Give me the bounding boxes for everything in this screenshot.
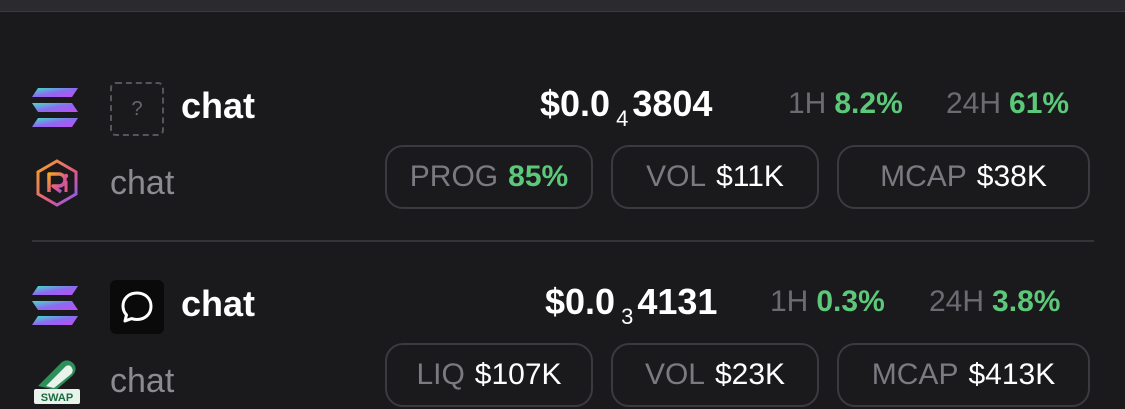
swap-icon: SWAP <box>34 360 80 404</box>
swap-badge-text: SWAP <box>41 392 73 404</box>
change-1h: 1H 0.3% <box>770 282 885 322</box>
token-name[interactable]: chat <box>181 84 255 128</box>
token-price: $0.0 4 3804 <box>540 82 712 131</box>
solana-icon <box>32 88 78 127</box>
stat-pill-mcap: MCAP $38K <box>837 145 1090 209</box>
solana-icon <box>32 286 78 325</box>
change-1h-value: 0.3% <box>816 285 885 318</box>
stat-value: $38K <box>976 160 1047 193</box>
change-1h-label: 1H <box>770 285 809 318</box>
token-subname: chat <box>110 164 175 202</box>
stat-label: MCAP <box>880 160 967 193</box>
price-zero-count: 3 <box>621 304 634 329</box>
stat-pill-volume: VOL $11K <box>611 145 819 209</box>
change-1h: 1H 8.2% <box>788 84 903 124</box>
stat-label: LIQ <box>416 358 465 391</box>
change-24h-label: 24H <box>946 87 1002 120</box>
token-row[interactable]: chat SWAP chat $0.0 3 4131 1H 0.3% 24H 3.8% … <box>0 268 1125 409</box>
stat-value: $23K <box>714 358 786 391</box>
stat-value: $107K <box>474 358 562 391</box>
stat-label: VOL <box>644 358 705 391</box>
stat-value: $11K <box>716 160 784 193</box>
price-digits: 3804 <box>632 83 713 124</box>
top-bar <box>0 0 1125 12</box>
stat-pill-mcap: MCAP $413K <box>837 343 1090 407</box>
stat-label: MCAP <box>871 358 959 391</box>
change-24h-label: 24H <box>929 285 985 318</box>
price-digits: 4131 <box>637 281 718 322</box>
token-row[interactable]: ? chat chat $0.0 4 3804 1H 8.2% 24H 61% PROG… <box>0 70 1125 230</box>
token-subname: chat <box>110 362 175 400</box>
change-24h-value: 61% <box>1009 87 1070 120</box>
price-prefix: $0.0 <box>540 83 611 124</box>
stat-label: VOL <box>646 160 707 193</box>
price-prefix: $0.0 <box>545 281 616 322</box>
raydium-icon <box>36 159 78 207</box>
change-1h-label: 1H <box>788 87 827 120</box>
price-zero-count: 4 <box>616 106 629 131</box>
change-1h-value: 8.2% <box>834 87 903 120</box>
stat-pill-liquidity: LIQ $107K <box>385 343 593 407</box>
stat-pill-progress: PROG 85% <box>385 145 593 209</box>
token-price: $0.0 3 4131 <box>545 280 717 329</box>
question-mark-placeholder: ? <box>110 82 164 136</box>
token-name[interactable]: chat <box>181 282 255 326</box>
change-24h-value: 3.8% <box>992 285 1061 318</box>
stat-pill-volume: VOL $23K <box>611 343 819 407</box>
stat-value: $413K <box>968 358 1056 391</box>
change-24h: 24H 61% <box>946 84 1069 124</box>
row-divider <box>32 240 1094 242</box>
stat-value: 85% <box>508 160 569 193</box>
change-24h: 24H 3.8% <box>929 282 1060 322</box>
placeholder-text: ? <box>131 97 143 120</box>
chat-bubble-icon <box>110 280 164 334</box>
stat-label: PROG <box>409 160 499 193</box>
